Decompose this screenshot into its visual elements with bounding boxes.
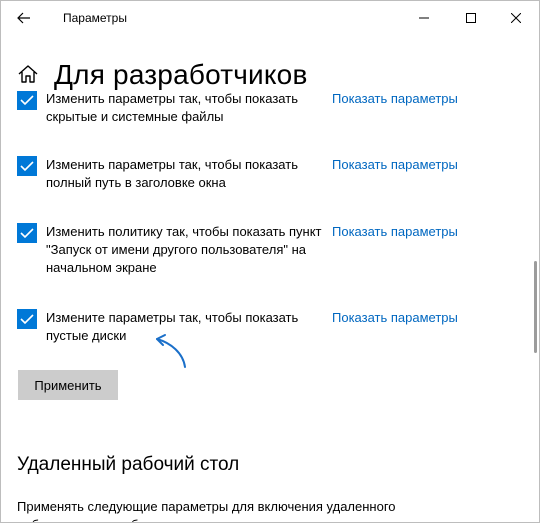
home-button[interactable] [17, 63, 39, 85]
close-icon [511, 13, 521, 23]
show-settings-link[interactable]: Показать параметры [332, 309, 458, 327]
close-button[interactable] [493, 1, 539, 35]
checkbox-empty-drives[interactable] [17, 309, 37, 329]
checkbox-full-path[interactable] [17, 156, 37, 176]
option-label: Изменить параметры так, чтобы показать с… [46, 91, 298, 124]
home-icon [18, 65, 38, 83]
show-settings-link[interactable]: Показать параметры [332, 91, 458, 108]
checkbox-run-as[interactable] [17, 223, 37, 243]
maximize-icon [466, 13, 476, 23]
annotation-arrow-icon [156, 334, 186, 368]
checkmark-icon [20, 228, 34, 239]
maximize-button[interactable] [448, 1, 494, 35]
minimize-button[interactable] [401, 1, 447, 35]
checkbox-hidden-files[interactable] [17, 91, 37, 110]
apply-button[interactable]: Применить [18, 370, 118, 400]
checkmark-icon [20, 314, 34, 325]
show-settings-link[interactable]: Показать параметры [332, 223, 458, 241]
scrollbar-thumb[interactable] [534, 261, 537, 353]
page-title: Для разработчиков [54, 59, 308, 90]
remote-desktop-description: Применять следующие параметры для включе… [17, 499, 396, 522]
back-arrow-icon [17, 12, 30, 24]
option-label: Изменить политику так, чтобы показать пу… [46, 224, 322, 275]
settings-window: Параметры Для разработчиков Изменить пар… [0, 0, 540, 523]
developer-settings-content: Изменить параметры так, чтобы показать с… [1, 91, 529, 522]
checkmark-icon [20, 95, 34, 106]
remote-desktop-heading: Удаленный рабочий стол [17, 454, 240, 475]
window-title: Параметры [63, 11, 127, 25]
minimize-icon [419, 17, 429, 19]
checkmark-icon [20, 161, 34, 172]
title-bar: Параметры [1, 1, 539, 35]
show-settings-link[interactable]: Показать параметры [332, 156, 458, 174]
back-button[interactable] [9, 6, 39, 30]
option-label: Изменить параметры так, чтобы показать п… [46, 157, 298, 190]
